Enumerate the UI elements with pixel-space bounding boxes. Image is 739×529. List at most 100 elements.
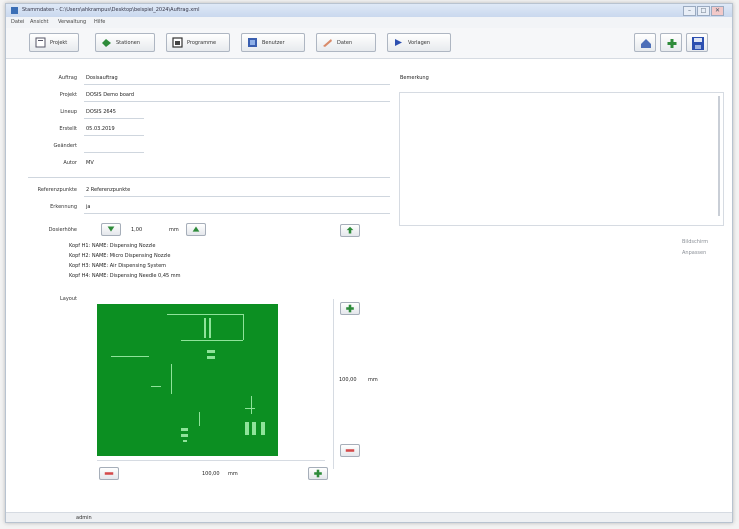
pcb-trace: [251, 396, 252, 414]
pcb-pad: [252, 422, 256, 435]
upload-icon: [346, 226, 354, 234]
pcb-layout-preview[interactable]: [97, 304, 278, 456]
pcb-trace: [151, 386, 161, 387]
width-scale-line: [97, 460, 325, 461]
field-value-projekt[interactable]: DOSIS Demo board: [86, 92, 134, 98]
remove-icon: [345, 449, 355, 452]
pcb-trace: [199, 412, 200, 426]
width-unit: mm: [228, 471, 238, 477]
add-icon: [667, 39, 677, 48]
field-label-erstellt: Erstellt: [59, 126, 77, 132]
field-value-lineup[interactable]: DOSIS 2645: [86, 109, 116, 115]
field-label-referenzpunkte: Referenzpunkte: [37, 187, 77, 193]
programs-icon: [172, 37, 183, 48]
menu-hilfe[interactable]: Hilfe: [94, 19, 105, 25]
project-button[interactable]: Projekt: [29, 33, 79, 52]
field-divider: [84, 213, 390, 214]
home-button[interactable]: [634, 33, 656, 52]
field-label-erkennung: Erkennung: [50, 204, 77, 210]
pcb-trace: [245, 408, 255, 409]
kopf-line-4: Kopf H4: NAME: Dispensing Needle 0,45 mm: [69, 273, 181, 279]
stations-icon: [102, 39, 111, 47]
kopf-line-3: Kopf H3: NAME: Air Dispensing System: [69, 263, 167, 269]
anpassen-button[interactable]: Anpassen: [682, 250, 706, 256]
minimize-button[interactable]: –: [683, 6, 696, 16]
save-button[interactable]: [686, 33, 708, 52]
bemerkung-textarea[interactable]: [399, 92, 724, 226]
home-icon: [641, 39, 651, 48]
height-scale-line: [333, 299, 334, 469]
pcb-pad: [261, 422, 265, 435]
kopf-line-2: Kopf H2: NAME: Micro Dispensing Nozzle: [69, 253, 171, 259]
maximize-button[interactable]: □: [697, 6, 710, 16]
field-label-projekt: Projekt: [59, 92, 77, 98]
status-bar: admin: [6, 512, 732, 522]
bemerkung-label: Bemerkung: [400, 75, 429, 81]
pcb-trace: [243, 314, 244, 340]
field-label-autor: Autor: [63, 160, 77, 166]
pcb-pad: [181, 428, 188, 431]
users-button[interactable]: Benutzer: [241, 33, 305, 52]
menu-verwaltung[interactable]: Verwaltung: [58, 19, 86, 25]
dosier-value[interactable]: 1,00: [131, 227, 142, 233]
programs-button[interactable]: Programme: [166, 33, 230, 52]
stations-button[interactable]: Stationen: [95, 33, 155, 52]
project-icon: [35, 37, 46, 48]
add-icon: [314, 469, 322, 478]
pcb-trace: [204, 318, 206, 338]
field-value-referenzpunkte[interactable]: 2 Referenzpunkte: [86, 187, 130, 193]
section-divider: [28, 177, 390, 178]
field-divider: [84, 84, 390, 85]
pcb-pad: [207, 350, 215, 353]
title-bar: Stammdaten - C:\Users\ahkrampus\Desktop\…: [6, 4, 732, 17]
app-icon: [11, 7, 18, 14]
status-user: admin: [76, 515, 92, 521]
close-button[interactable]: ✕: [711, 6, 724, 16]
height-decrease-button[interactable]: [340, 444, 360, 457]
users-icon: [248, 38, 257, 47]
field-divider: [84, 152, 144, 153]
width-value[interactable]: 100,00: [202, 471, 220, 477]
field-divider: [84, 101, 390, 102]
field-divider: [84, 135, 144, 136]
dosier-decrease-button[interactable]: [101, 223, 121, 236]
templates-icon: [395, 39, 402, 46]
pcb-trace: [167, 314, 243, 315]
height-value[interactable]: 100,00: [339, 377, 357, 383]
arrow-up-icon: [192, 226, 200, 232]
field-label-lineup: Lineup: [60, 109, 77, 115]
app-window: Stammdaten - C:\Users\ahkrampus\Desktop\…: [5, 3, 733, 523]
height-increase-button[interactable]: [340, 302, 360, 315]
pcb-pad: [207, 356, 215, 359]
menu-datei[interactable]: Datei: [11, 19, 24, 25]
add-button[interactable]: [660, 33, 682, 52]
menu-ansicht[interactable]: Ansicht: [30, 19, 48, 25]
field-label-auftrag: Auftrag: [58, 75, 77, 81]
window-title: Stammdaten - C:\Users\ahkrampus\Desktop\…: [22, 7, 200, 13]
layout-label: Layout: [60, 296, 77, 302]
add-icon: [346, 304, 354, 313]
field-value-erstellt[interactable]: 05.03.2019: [86, 126, 115, 132]
pcb-trace: [171, 364, 172, 394]
field-divider: [84, 118, 144, 119]
pcb-trace: [181, 340, 243, 341]
dosier-unit: mm: [169, 227, 179, 233]
data-icon: [323, 39, 332, 47]
dosier-increase-button[interactable]: [186, 223, 206, 236]
pcb-pad: [245, 422, 249, 435]
dosier-apply-button[interactable]: [340, 224, 360, 237]
toolbar: Projekt Stationen Programme Benutzer Dat…: [6, 28, 732, 59]
field-value-erkennung[interactable]: ja: [86, 204, 90, 210]
bildschirm-button[interactable]: Bildschirm: [682, 239, 708, 245]
bemerkung-scrollbar[interactable]: [718, 96, 720, 216]
width-increase-button[interactable]: [308, 467, 328, 480]
field-value-autor[interactable]: MV: [86, 160, 94, 166]
field-value-auftrag[interactable]: Dosisauftrag: [86, 75, 118, 81]
data-button[interactable]: Daten: [316, 33, 376, 52]
pcb-trace: [111, 356, 149, 357]
field-label-geaendert: Geändert: [53, 143, 77, 149]
templates-button[interactable]: Vorlagen: [387, 33, 451, 52]
pcb-pad: [183, 440, 187, 442]
dosier-label: Dosierhöhe: [48, 227, 77, 233]
width-decrease-button[interactable]: [99, 467, 119, 480]
